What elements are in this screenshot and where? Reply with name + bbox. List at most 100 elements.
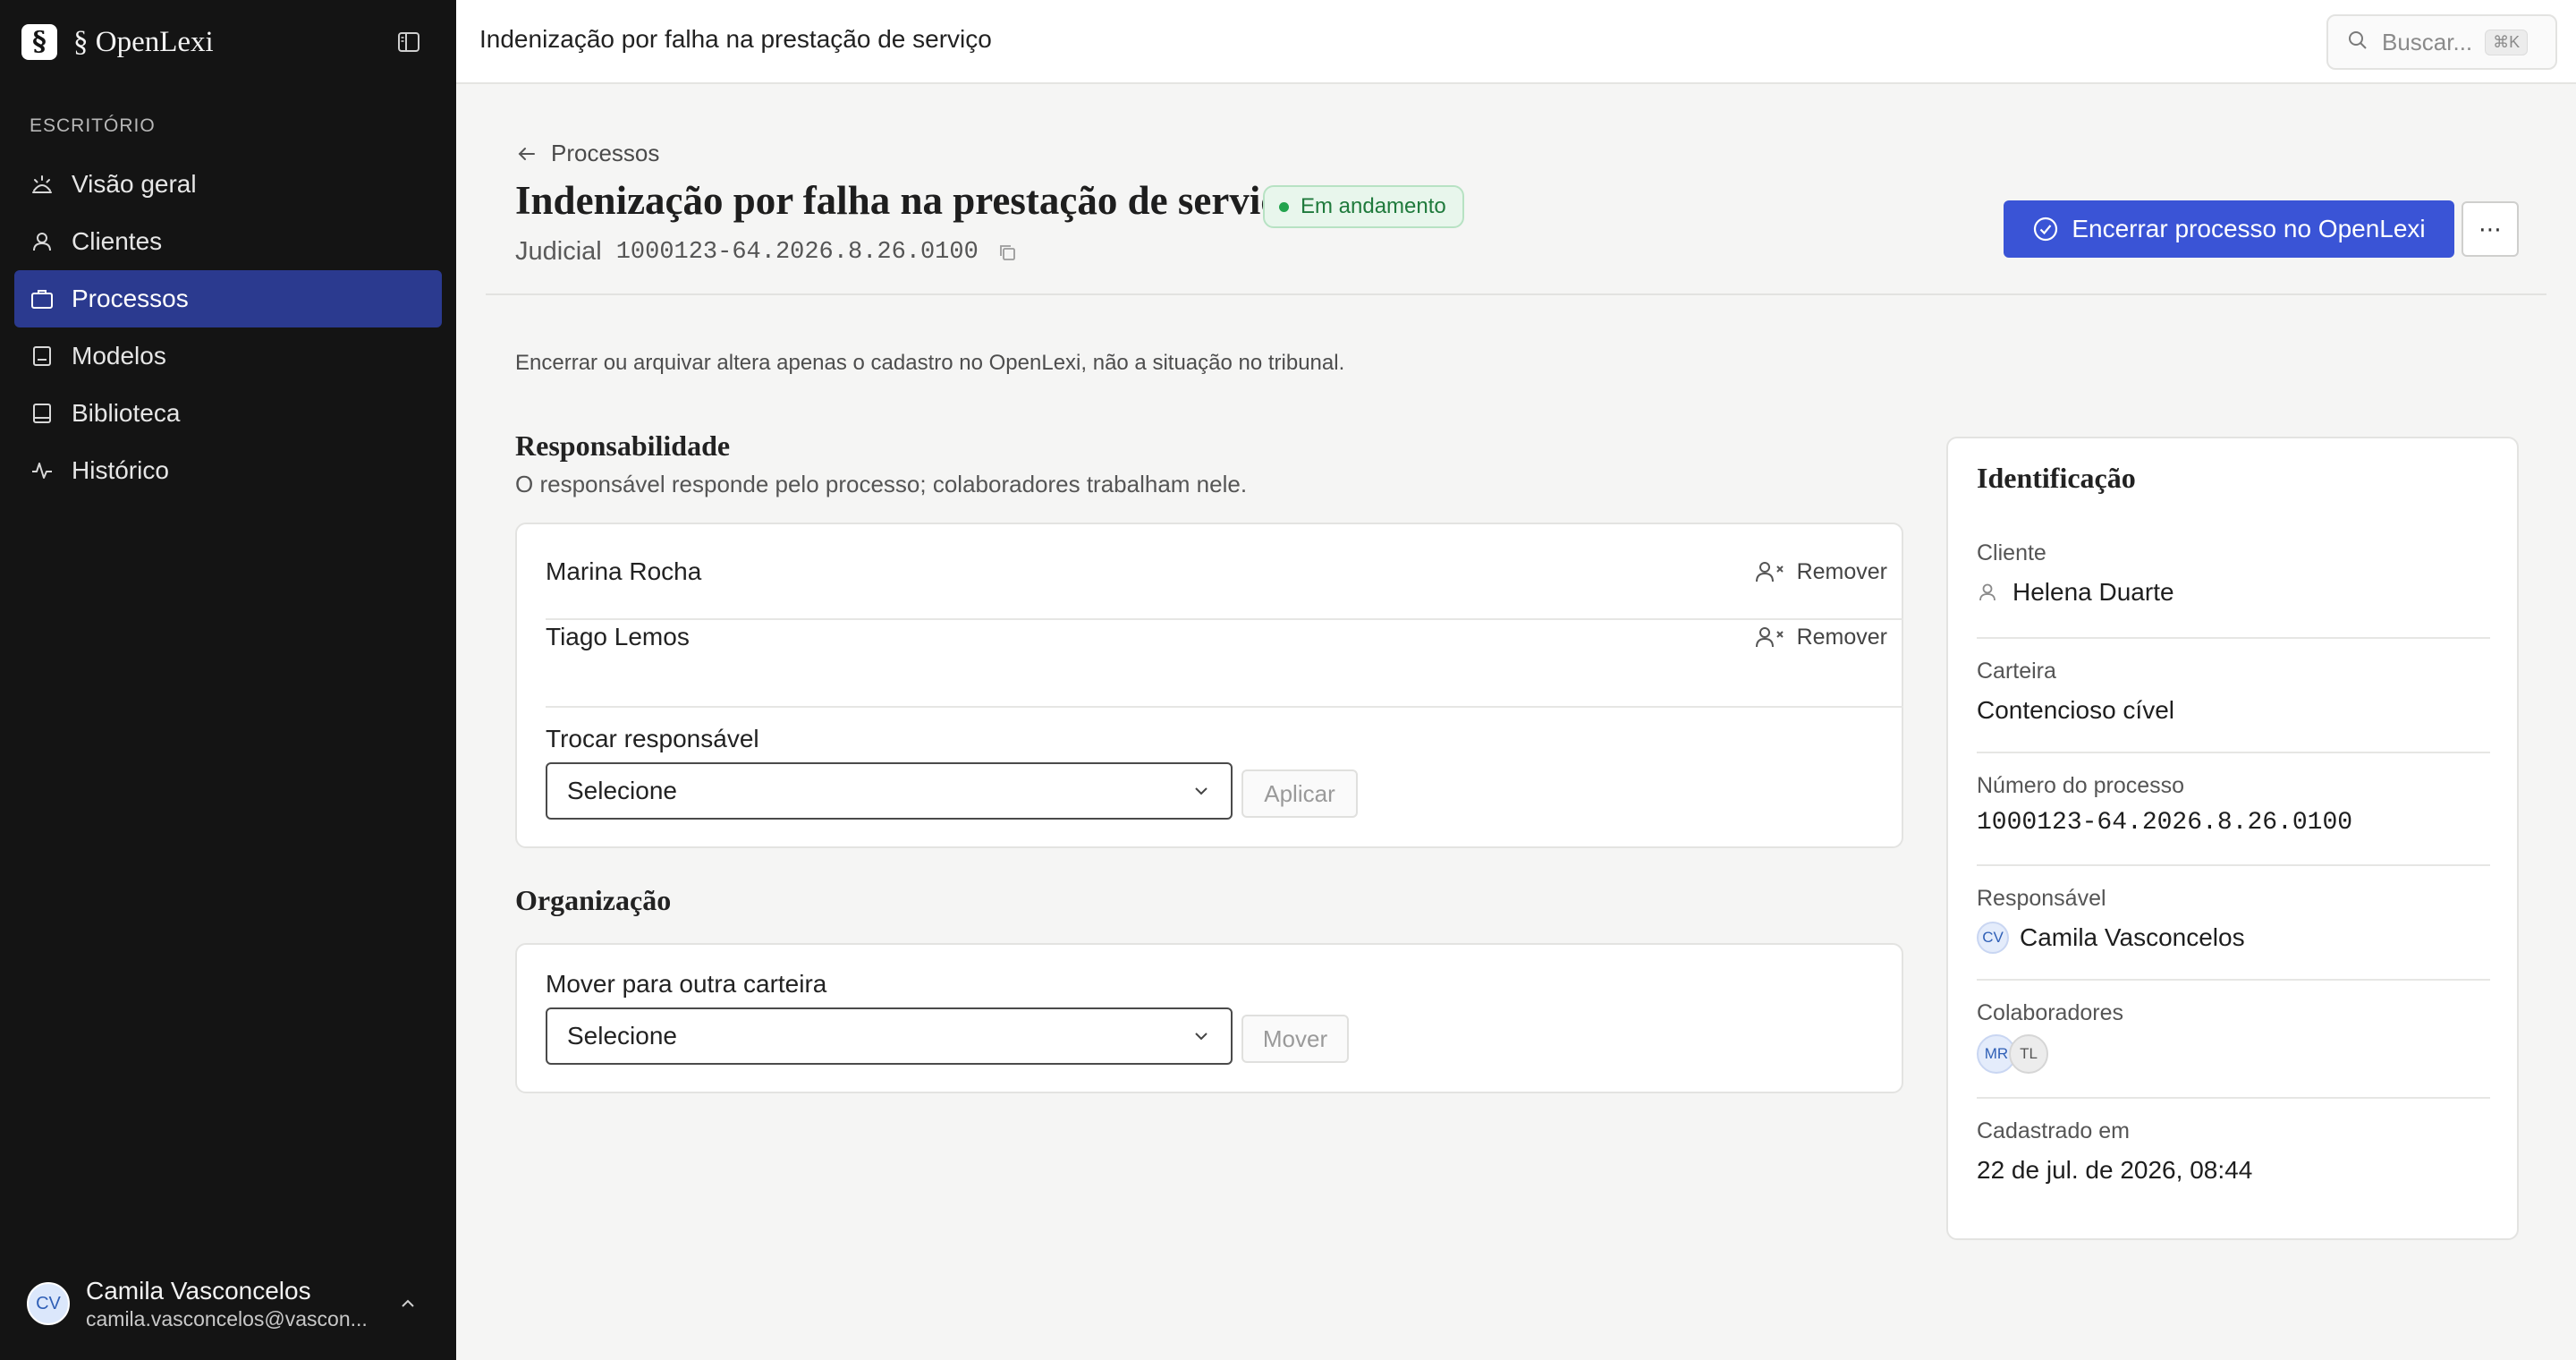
close-case-label: Encerrar processo no OpenLexi [2072,215,2426,242]
user-remove-icon [1755,562,1784,582]
sidebar-item-label: Clientes [72,227,163,255]
sidebar-item-label: Processos [72,285,189,312]
sidebar-item-historico[interactable]: Histórico [14,442,442,499]
avatar: CV [1977,922,2009,954]
more-options-button[interactable]: ⋯ [2462,201,2519,257]
section-label: ESCRITÓRIO [30,115,156,136]
person-name: Tiago Lemos [546,623,690,650]
sidebar-item-biblioteca[interactable]: Biblioteca [14,385,442,442]
remove-button[interactable]: Remover [1754,559,1903,585]
more-icon: ⋯ [2479,215,2502,242]
change-owner-label: Trocar responsável [546,725,759,752]
owner-label: Responsável [1977,886,2106,911]
user-remove-icon [1755,627,1784,648]
owner-value: CV Camila Vasconcelos [1977,922,2245,954]
check-circle-icon [2034,217,2058,242]
identification-title: Identificação [1977,462,2136,494]
sidebar-toggle-icon[interactable] [397,30,420,54]
brand[interactable]: § § OpenLexi [21,24,214,60]
list-item: Tiago Lemos Remover [546,606,1903,668]
client-label: Cliente [1977,540,2046,565]
template-icon [29,343,55,370]
organization-title: Organização [515,884,672,916]
arrow-left-icon [518,147,535,160]
page-title: Indenização por falha na prestação de se… [515,178,1299,223]
activity-icon [29,457,55,484]
chevron-down-icon [1195,787,1208,795]
chevron-up-icon[interactable] [397,1293,419,1314]
chevron-down-icon [1195,1033,1208,1041]
overview-icon [29,171,55,198]
case-number: 1000123-64.2026.8.26.0100 [615,238,979,266]
remove-button[interactable]: Remover [1754,625,1903,650]
search-shortcut: ⌘K [2485,29,2529,55]
sidebar-item-label: Histórico [72,456,169,484]
apply-button[interactable]: Aplicar [1241,769,1358,818]
topbar-title: Indenização por falha na prestação de se… [479,25,992,53]
sidebar-item-label: Biblioteca [72,399,181,427]
divider [486,293,2546,295]
briefcase-icon [29,285,55,312]
case-subline: Judicial 1000123-64.2026.8.26.0100 [515,237,1018,267]
owner-select[interactable]: Selecione [546,762,1233,820]
user-icon [29,228,55,255]
person-name: Marina Rocha [546,557,702,585]
search-icon [2346,29,2369,56]
divider [1977,864,2490,866]
case-number-value: 1000123-64.2026.8.26.0100 [1977,809,2353,837]
back-link-label: Processos [551,140,660,166]
user-name: Camila Vasconcelos [86,1276,311,1305]
select-value: Selecione [567,777,677,804]
brand-name: § OpenLexi [73,25,214,58]
move-button[interactable]: Mover [1241,1015,1349,1063]
sidebar-item-processos[interactable]: Processos [14,270,442,327]
copy-icon[interactable] [996,242,1018,263]
case-type: Judicial [515,237,602,266]
sidebar-item-label: Visão geral [72,170,197,198]
identification-panel: Identificação Cliente Helena Duarte Cart… [1946,437,2519,1240]
remove-label: Remover [1796,624,1887,650]
avatar: TL [2009,1034,2048,1074]
divider [1977,637,2490,639]
case-number-label: Número do processo [1977,773,2185,798]
client-name: Helena Duarte [2012,578,2174,606]
move-portfolio-label: Mover para outra carteira [546,970,827,998]
openlexi-logo-icon: § [21,24,57,60]
sidebar-nav: Visão geral Clientes Processos Modelos B… [14,156,442,499]
created-label: Cadastrado em [1977,1118,2130,1143]
divider [1977,752,2490,753]
user-menu[interactable]: CV Camila Vasconcelos camila.vasconcelos… [27,1272,435,1335]
divider [546,706,1903,708]
user-info: Camila Vasconcelos camila.vasconcelos@va… [86,1277,381,1331]
responsibility-card: Marina Rocha Remover Tiago Lemos Remover… [515,523,1903,848]
portfolio-label: Carteira [1977,659,2056,684]
portfolio-select[interactable]: Selecione [546,1007,1233,1065]
user-icon [1979,583,1996,601]
collaborators-label: Colaboradores [1977,1000,2123,1025]
sidebar-item-label: Modelos [72,342,166,370]
sidebar-item-modelos[interactable]: Modelos [14,327,442,385]
portfolio-value: Contencioso cível [1977,696,2175,724]
responsibility-title: Responsabilidade [515,429,731,462]
client-value[interactable]: Helena Duarte [1977,578,2174,607]
user-email: camila.vasconcelos@vascon... [86,1306,368,1330]
list-item: Marina Rocha Remover [546,540,1903,603]
divider [1977,1097,2490,1099]
status-dot-icon [1279,201,1289,212]
status-label: Em andamento [1301,194,1446,218]
sidebar-item-clientes[interactable]: Clientes [14,213,442,270]
collaborators-avatars: MR TL [1977,1034,2048,1074]
responsibility-subtitle: O responsável responde pelo processo; co… [515,471,1248,497]
avatar: CV [27,1282,70,1325]
book-icon [29,400,55,427]
close-case-button[interactable]: Encerrar processo no OpenLexi [2004,200,2454,258]
search-input[interactable]: Buscar... ⌘K [2326,14,2557,70]
created-value: 22 de jul. de 2026, 08:44 [1977,1156,2253,1184]
sidebar: § § OpenLexi ESCRITÓRIO Visão geral Clie… [0,0,456,1360]
back-link[interactable]: Processos [515,140,659,167]
sidebar-item-visao-geral[interactable]: Visão geral [14,156,442,213]
owner-name: Camila Vasconcelos [2020,923,2245,951]
remove-label: Remover [1796,558,1887,584]
organization-card: Mover para outra carteira Selecione Move… [515,943,1903,1093]
divider [1977,979,2490,981]
